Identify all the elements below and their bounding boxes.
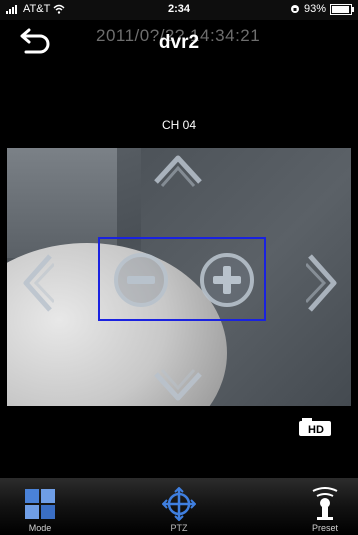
pan-right-arrow-icon[interactable] [306, 250, 342, 316]
pan-left-arrow-icon[interactable] [18, 250, 54, 316]
grid-icon [25, 489, 55, 519]
navigation-bar: 2011/0?/2? 14:34:21 dvr2 [0, 20, 358, 64]
page-title: dvr2 [158, 32, 200, 53]
status-bar: AT&T 2:34 93% [0, 0, 358, 20]
tab-mode[interactable]: Mode [0, 478, 80, 535]
hd-toggle-icon[interactable]: HD [298, 418, 332, 438]
svg-text:HD: HD [308, 424, 324, 436]
tab-ptz[interactable]: PTZ [139, 478, 219, 535]
zoom-controls [98, 237, 266, 321]
zoom-out-button[interactable] [112, 251, 170, 309]
channel-label: CH 04 [161, 118, 196, 132]
tab-ptz-label: PTZ [170, 523, 188, 533]
tab-mode-label: Mode [28, 523, 52, 533]
tab-bar: Mode PTZ Preset [0, 478, 358, 535]
battery-percent: 93% [303, 3, 326, 15]
preset-camera-icon [312, 487, 338, 520]
tab-preset-label: Preset [311, 523, 338, 533]
pan-up-arrow-icon[interactable] [150, 148, 206, 188]
ptz-crosshair-icon [162, 487, 196, 521]
zoom-in-button[interactable] [198, 251, 256, 309]
lock-rotation-icon [290, 5, 299, 13]
pan-down-arrow-icon[interactable] [150, 368, 206, 408]
battery-icon [330, 3, 354, 15]
tab-preset[interactable]: Preset [292, 478, 358, 535]
